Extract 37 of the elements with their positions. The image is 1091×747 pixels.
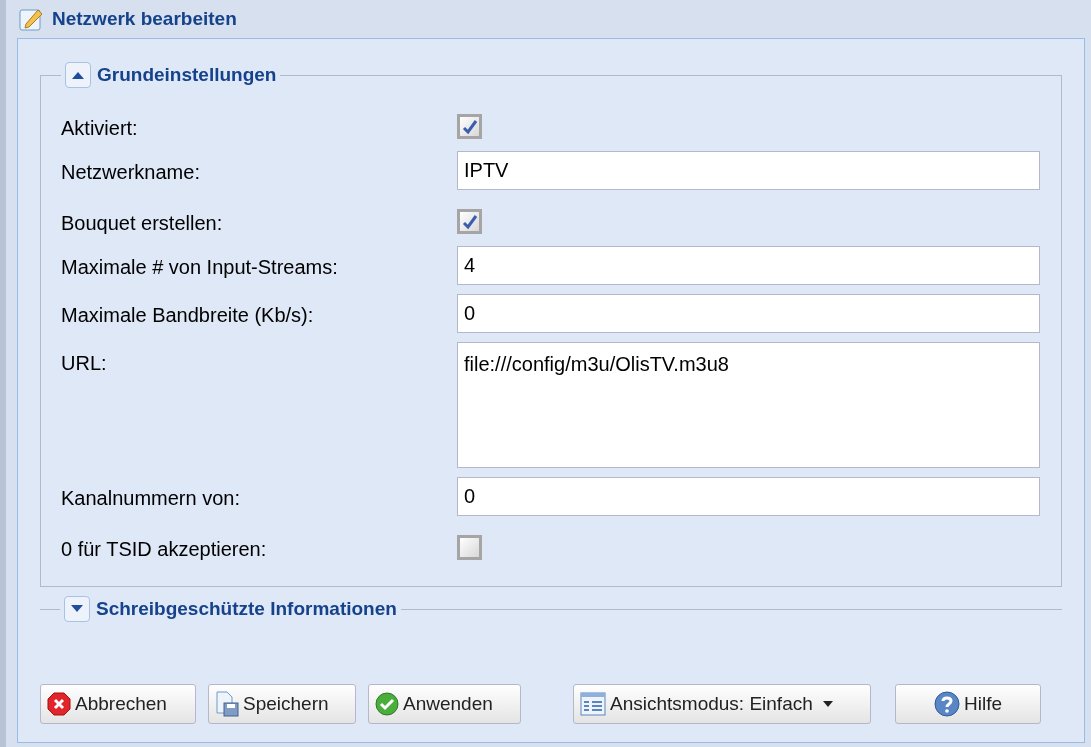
field-label: Aktiviert:: [61, 116, 139, 140]
input-field[interactable]: 0: [457, 477, 1040, 516]
field-label: Kanalnummern von:: [61, 486, 241, 510]
collapse-toggle[interactable]: [65, 62, 91, 89]
checkbox[interactable]: [457, 535, 482, 560]
list-view-icon: [580, 692, 606, 716]
field-label: 0 für TSID akzeptieren:: [61, 537, 268, 561]
text-area[interactable]: file:///config/m3u/OlisTV.m3u8: [457, 342, 1040, 468]
field-label: Maximale # von Input-Streams:: [61, 255, 339, 279]
checkmark-circle-icon: [375, 692, 399, 716]
close-icon: [47, 692, 71, 716]
triangle-down-icon: [71, 605, 83, 614]
section-title: Schreibgeschützte Informationen: [96, 597, 397, 621]
caret-icon: [822, 701, 833, 707]
checkmark-icon: [461, 118, 478, 135]
window-title: Netzwerk bearbeiten: [52, 6, 237, 31]
view-mode-dropdown[interactable]: Ansichtsmodus: Einfach: [573, 684, 871, 724]
pencil-icon: [18, 6, 44, 32]
field-label: URL:: [61, 351, 108, 375]
checkbox[interactable]: [457, 114, 482, 139]
input-field[interactable]: IPTV: [457, 151, 1040, 190]
help-icon: [934, 691, 960, 717]
field-label: Bouquet erstellen:: [61, 211, 224, 235]
field-label: Netzwerkname:: [61, 160, 201, 184]
checkbox[interactable]: [457, 209, 482, 234]
action-button[interactable]: Anwenden: [368, 684, 521, 724]
save-icon: [215, 691, 239, 717]
action-button[interactable]: Hilfe: [895, 684, 1041, 724]
action-button[interactable]: Abbrechen: [40, 684, 196, 724]
triangle-up-icon: [72, 71, 84, 80]
field-label: Maximale Bandbreite (Kb/s):: [61, 303, 315, 327]
collapse-toggle[interactable]: [64, 596, 90, 623]
input-field[interactable]: 0: [457, 294, 1040, 333]
action-button[interactable]: Speichern: [208, 684, 356, 724]
section-title: Grundeinstellungen: [97, 63, 277, 87]
checkmark-icon: [461, 213, 478, 230]
input-field[interactable]: 4: [457, 246, 1040, 285]
